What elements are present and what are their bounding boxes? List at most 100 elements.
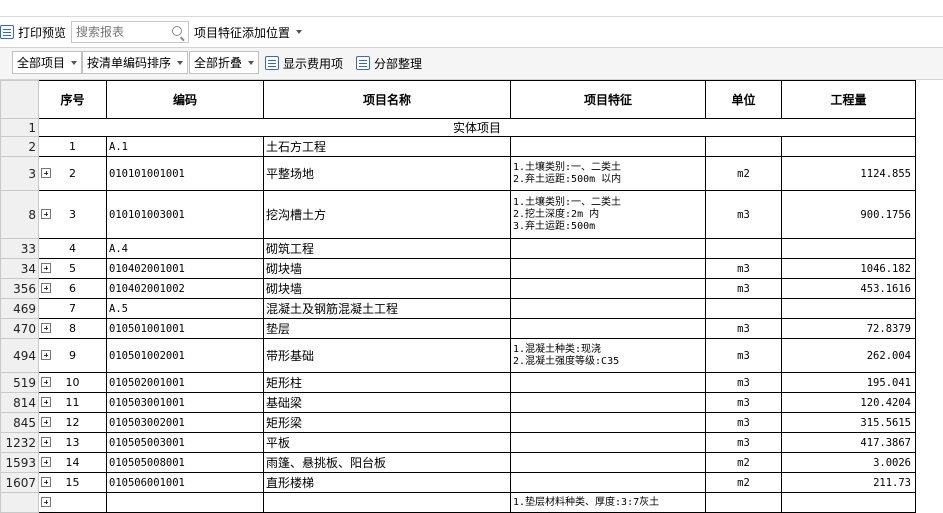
expand-icon[interactable] bbox=[41, 396, 51, 407]
bill-table-container: 序号 编码 项目名称 项目特征 单位 工程量 1 实体项目 2 1 A.1 土石方工程 3 2… bbox=[0, 80, 916, 513]
code-cell: 010503001001 bbox=[106, 392, 264, 413]
seq-value: 6 bbox=[69, 282, 76, 295]
feature-cell bbox=[510, 452, 706, 473]
feature-position-dropdown[interactable]: 项目特征添加位置 bbox=[194, 21, 303, 43]
show-fees-label: 显示费用项 bbox=[283, 56, 344, 71]
table-row[interactable]: 470 8 010501001001 垫层 m3 72.8379 bbox=[0, 318, 916, 339]
table-row[interactable]: 8 3 010101003001 挖沟槽土方 1.土壤类别:一、二类土 2.挖土深度:2m… bbox=[0, 190, 916, 239]
feature-line: 3.弃土运距:500m bbox=[513, 220, 596, 232]
expand-icon[interactable] bbox=[41, 416, 51, 427]
unit-cell: m2 bbox=[705, 472, 782, 493]
row-number bbox=[0, 492, 39, 513]
seq-cell: 13 bbox=[38, 432, 107, 453]
collapse-label: 全部折叠 bbox=[194, 56, 243, 70]
feature-cell: 1.混凝土种类:现浇 2.混凝土强度等级:C35 bbox=[510, 338, 706, 373]
name-cell: 平板 bbox=[263, 432, 511, 453]
unit-cell bbox=[705, 298, 782, 319]
seq-value: 11 bbox=[65, 396, 80, 409]
unit-cell: m2 bbox=[705, 452, 782, 473]
feature-cell bbox=[510, 136, 706, 157]
sort-dropdown[interactable]: 按清单编码排序 bbox=[82, 51, 189, 74]
top-strip bbox=[0, 0, 943, 17]
name-cell: 基础梁 bbox=[263, 392, 511, 413]
table-row[interactable]: 1232 13 010505003001 平板 m3 417.3867 bbox=[0, 432, 916, 453]
table-row[interactable]: 2 1 A.1 土石方工程 bbox=[0, 136, 916, 157]
qty-cell: 72.8379 bbox=[781, 318, 916, 339]
organize-icon bbox=[356, 56, 370, 70]
code-cell: 010402001001 bbox=[106, 258, 264, 279]
code-cell: 010101003001 bbox=[106, 190, 264, 239]
feature-cell bbox=[510, 298, 706, 319]
organize-button[interactable]: 分部整理 bbox=[356, 52, 422, 74]
qty-cell: 453.1616 bbox=[781, 278, 916, 299]
seq-header: 序号 bbox=[38, 80, 107, 119]
table-body: 1 实体项目 2 1 A.1 土石方工程 3 2 010101001001 平整场地 1.土壤类别:… bbox=[0, 118, 916, 513]
table-row[interactable]: 494 9 010501002001 带形基础 1.混凝土种类:现浇 2.混凝土强度等级:… bbox=[0, 338, 916, 373]
feature-cell bbox=[510, 278, 706, 299]
table-row[interactable]: 356 6 010402001002 砌块墙 m3 453.1616 bbox=[0, 278, 916, 299]
unit-cell: m3 bbox=[705, 258, 782, 279]
name-cell: 混凝土及钢筋混凝土工程 bbox=[263, 298, 511, 319]
expand-icon[interactable] bbox=[41, 208, 51, 219]
unit-cell: m3 bbox=[705, 412, 782, 433]
print-preview-label: 打印预览 bbox=[18, 25, 67, 40]
table-row[interactable]: 1607 15 010506001001 直形楼梯 m2 211.73 bbox=[0, 472, 916, 493]
expand-icon[interactable] bbox=[41, 167, 51, 178]
collapse-dropdown[interactable]: 全部折叠 bbox=[189, 51, 260, 74]
code-cell: A.5 bbox=[106, 298, 264, 319]
seq-cell: 2 bbox=[38, 156, 107, 191]
fee-icon bbox=[265, 56, 279, 70]
table-toolbar: 全部项目 按清单编码排序 全部折叠 显示费用项 分部整理 bbox=[0, 48, 943, 80]
expand-icon[interactable] bbox=[41, 262, 51, 273]
table-row[interactable]: 33 4 A.4 砌筑工程 bbox=[0, 238, 916, 259]
table-row[interactable]: 845 12 010503002001 矩形梁 m3 315.5615 bbox=[0, 412, 916, 433]
table-row[interactable]: 34 5 010402001001 砌块墙 m3 1046.182 bbox=[0, 258, 916, 279]
row-number: 33 bbox=[0, 238, 39, 259]
seq-value: 10 bbox=[65, 376, 80, 389]
feature-cell bbox=[510, 238, 706, 259]
table-row[interactable]: 814 11 010503001001 基础梁 m3 120.4204 bbox=[0, 392, 916, 413]
all-items-dropdown[interactable]: 全部项目 bbox=[12, 51, 83, 74]
expand-icon[interactable] bbox=[41, 436, 51, 447]
search-input[interactable] bbox=[72, 25, 172, 39]
feature-cell: 1.垫层材料种类、厚度:3:7灰土 bbox=[510, 492, 706, 513]
qty-cell: 1124.855 bbox=[781, 156, 916, 191]
table-row[interactable]: 1 实体项目 bbox=[0, 118, 916, 137]
expand-icon[interactable] bbox=[41, 282, 51, 293]
code-cell: 010505008001 bbox=[106, 452, 264, 473]
expand-icon[interactable] bbox=[41, 376, 51, 387]
code-cell: 010503002001 bbox=[106, 412, 264, 433]
expand-icon[interactable] bbox=[41, 496, 51, 507]
expand-icon[interactable] bbox=[41, 456, 51, 467]
table-row[interactable]: 469 7 A.5 混凝土及钢筋混凝土工程 bbox=[0, 298, 916, 319]
table-row[interactable]: 3 2 010101001001 平整场地 1.土壤类别:一、二类土 2.弃土运距:500… bbox=[0, 156, 916, 191]
row-number: 34 bbox=[0, 258, 39, 279]
report-toolbar: 打印预览 项目特征添加位置 bbox=[0, 17, 943, 48]
qty-cell: 417.3867 bbox=[781, 432, 916, 453]
show-fees-button[interactable]: 显示费用项 bbox=[265, 52, 343, 74]
table-row[interactable]: 1.垫层材料种类、厚度:3:7灰土 bbox=[0, 492, 916, 513]
qty-cell bbox=[781, 298, 916, 319]
expand-icon[interactable] bbox=[41, 322, 51, 333]
seq-cell: 3 bbox=[38, 190, 107, 239]
search-icon[interactable] bbox=[172, 26, 182, 36]
qty-cell bbox=[781, 238, 916, 259]
table-row[interactable]: 519 10 010502001001 矩形柱 m3 195.041 bbox=[0, 372, 916, 393]
name-cell: 土石方工程 bbox=[263, 136, 511, 157]
row-number: 1 bbox=[0, 118, 39, 137]
row-number-header bbox=[0, 80, 39, 119]
expand-icon[interactable] bbox=[41, 349, 51, 360]
report-search[interactable] bbox=[71, 21, 189, 43]
row-number: 469 bbox=[0, 298, 39, 319]
print-preview-button[interactable]: 打印预览 bbox=[0, 21, 66, 43]
row-number: 519 bbox=[0, 372, 39, 393]
unit-cell: m3 bbox=[705, 372, 782, 393]
expand-icon[interactable] bbox=[41, 476, 51, 487]
seq-value: 15 bbox=[65, 476, 80, 489]
code-cell: 010101001001 bbox=[106, 156, 264, 191]
table-row[interactable]: 1593 14 010505008001 雨篷、悬挑板、阳台板 m2 3.0026 bbox=[0, 452, 916, 473]
unit-cell: m3 bbox=[705, 190, 782, 239]
qty-cell: 211.73 bbox=[781, 472, 916, 493]
qty-cell bbox=[781, 492, 916, 513]
seq-cell: 15 bbox=[38, 472, 107, 493]
